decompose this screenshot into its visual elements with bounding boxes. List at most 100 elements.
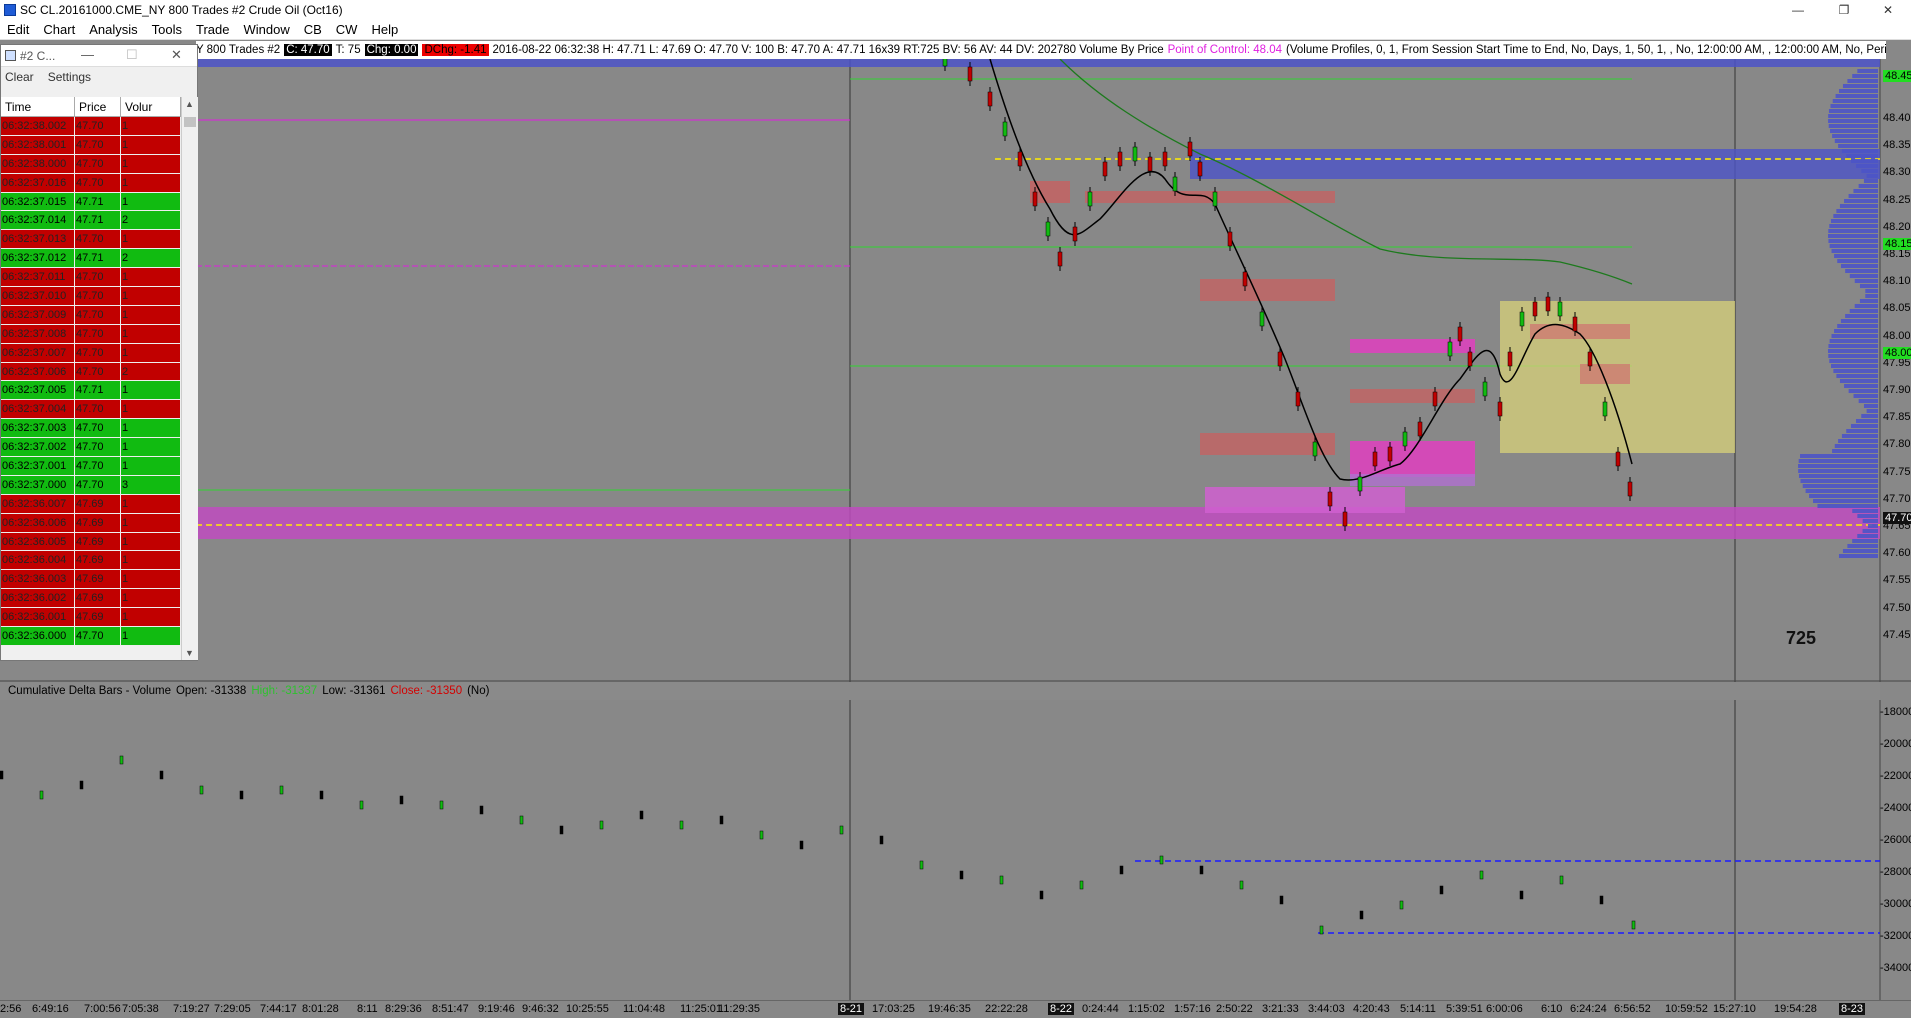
volume-profile-bar (1830, 104, 1878, 108)
candle-body (1545, 296, 1551, 312)
volume-profile-bar (1833, 369, 1878, 373)
volume-profile-bar (1844, 199, 1878, 203)
candle-body (1277, 351, 1283, 367)
table-row[interactable]: 06:32:37.008 47.70 1 (1, 324, 181, 344)
volume-profile-bar (1861, 414, 1878, 418)
candle-body (1402, 431, 1408, 447)
candle-body (1627, 481, 1633, 497)
table-row[interactable]: 06:32:36.003 47.69 1 (1, 570, 181, 590)
menu-cb[interactable]: CB (297, 22, 329, 37)
table-row[interactable]: 06:32:37.011 47.70 1 (1, 268, 181, 288)
table-row[interactable]: 06:32:37.000 47.70 3 (1, 475, 181, 495)
table-row[interactable]: 06:32:37.007 47.70 1 (1, 343, 181, 363)
table-row[interactable]: 06:32:37.005 47.71 1 (1, 381, 181, 401)
menu-chart[interactable]: Chart (36, 22, 82, 37)
table-row[interactable]: 06:32:37.004 47.70 1 (1, 400, 181, 420)
table-row[interactable]: 06:32:37.002 47.70 1 (1, 438, 181, 458)
table-row[interactable]: 06:32:37.006 47.70 2 (1, 362, 181, 382)
table-row[interactable]: 06:32:37.016 47.70 1 (1, 173, 181, 193)
menu-window[interactable]: Window (236, 22, 296, 37)
table-row[interactable]: 06:32:38.000 47.70 1 (1, 154, 181, 174)
scroll-up-icon[interactable]: ▲ (185, 99, 194, 109)
table-row[interactable]: 06:32:36.004 47.69 1 (1, 551, 181, 571)
trade-volume: 1 (121, 494, 181, 513)
delta-open: Open: -31338 (175, 685, 247, 697)
trade-price: 47.69 (75, 532, 121, 551)
delta-bar (919, 860, 924, 870)
tape-close-icon[interactable]: ✕ (171, 47, 182, 63)
trade-time: 06:32:36.006 (1, 513, 75, 532)
trade-price: 47.69 (75, 608, 121, 627)
delta-bar (999, 875, 1004, 885)
candle-body (1172, 176, 1178, 192)
delta-flag: (No) (467, 685, 490, 697)
column-price[interactable]: Price (75, 97, 121, 116)
delta-bar (239, 790, 244, 800)
time-and-sales-window[interactable]: #2 C... — ☐ ✕ Clear Settings Time Price … (0, 44, 198, 661)
table-row[interactable]: 06:32:37.015 47.71 1 (1, 192, 181, 212)
table-row[interactable]: 06:32:36.007 47.69 1 (1, 494, 181, 514)
delta-axis-label: -24000 (1880, 802, 1911, 814)
close-button[interactable]: ✕ (1865, 0, 1911, 20)
menu-tools[interactable]: Tools (145, 22, 189, 37)
delta-axis-label: -20000 (1880, 738, 1911, 750)
table-row[interactable]: 06:32:37.014 47.71 2 (1, 211, 181, 231)
scroll-thumb[interactable] (184, 117, 196, 127)
cumulative-delta-chart[interactable] (0, 700, 1911, 1000)
price-axis-highlight-mid: 48.15 (1883, 238, 1911, 250)
time-axis-label: 4:20:43 (1353, 1003, 1390, 1015)
candle-body (1572, 316, 1578, 332)
candle-body (1087, 191, 1093, 207)
clear-button[interactable]: Clear (5, 70, 34, 84)
tape-title-bar[interactable]: #2 C... — ☐ ✕ (1, 45, 197, 67)
table-row[interactable]: 06:32:38.001 47.70 1 (1, 135, 181, 155)
trade-time: 06:32:37.002 (1, 438, 75, 457)
delta-bar (1039, 890, 1044, 900)
table-row[interactable]: 06:32:37.010 47.70 1 (1, 287, 181, 306)
delta-bar (399, 795, 404, 805)
tape-scrollbar[interactable]: ▲ ▼ (181, 97, 198, 660)
delta-bar (1199, 865, 1204, 875)
menu-help[interactable]: Help (364, 22, 405, 37)
tape-restore-icon[interactable]: ☐ (126, 47, 138, 63)
volume-profile-bar (1862, 519, 1878, 523)
menu-trade[interactable]: Trade (189, 22, 236, 37)
volume-profile-bar (1798, 474, 1878, 478)
table-row[interactable]: 06:32:37.009 47.70 1 (1, 305, 181, 325)
trade-volume: 1 (121, 438, 181, 457)
time-axis-label: 6:10 (1541, 1003, 1563, 1015)
price-axis-label: 48.35 (1883, 139, 1911, 152)
column-time[interactable]: Time (1, 97, 75, 116)
chart-header: Y 800 Trades #2 C: 47.70 T: 75 Chg: 0.00… (196, 41, 1886, 59)
volume-profile-bar (1834, 444, 1878, 448)
volume-profile-bar (1847, 544, 1878, 548)
trade-volume: 2 (121, 362, 181, 381)
minimize-button[interactable]: — (1775, 0, 1821, 20)
volume-profile-bar (1829, 244, 1878, 248)
trade-volume: 1 (121, 513, 181, 532)
trade-price: 47.70 (75, 287, 121, 305)
tape-minimize-icon[interactable]: — (81, 47, 94, 62)
volume-profile-bar (1859, 284, 1878, 288)
table-row[interactable]: 06:32:37.013 47.70 1 (1, 230, 181, 250)
settings-button[interactable]: Settings (48, 70, 91, 84)
scroll-down-icon[interactable]: ▼ (185, 648, 194, 658)
table-row[interactable]: 06:32:37.001 47.70 1 (1, 457, 181, 476)
table-row[interactable]: 06:32:38.002 47.70 1 (1, 117, 181, 136)
volume-profile-bar (1836, 374, 1878, 378)
column-volume[interactable]: Volur (121, 97, 181, 116)
table-row[interactable]: 06:32:36.000 47.70 1 (1, 627, 181, 646)
table-row[interactable]: 06:32:36.005 47.69 1 (1, 532, 181, 552)
volume-profile-bar (1855, 419, 1878, 423)
menu-cw[interactable]: CW (329, 22, 365, 37)
table-row[interactable]: 06:32:37.012 47.71 2 (1, 249, 181, 269)
time-axis-label: 7:44:17 (260, 1003, 297, 1015)
table-row[interactable]: 06:32:36.002 47.69 1 (1, 589, 181, 609)
restore-button[interactable]: ❐ (1821, 0, 1867, 20)
table-row[interactable]: 06:32:37.003 47.70 1 (1, 419, 181, 439)
table-row[interactable]: 06:32:36.001 47.69 1 (1, 608, 181, 628)
menu-edit[interactable]: Edit (0, 22, 36, 37)
price-chart[interactable] (0, 59, 1911, 682)
menu-analysis[interactable]: Analysis (82, 22, 144, 37)
table-row[interactable]: 06:32:36.006 47.69 1 (1, 513, 181, 533)
